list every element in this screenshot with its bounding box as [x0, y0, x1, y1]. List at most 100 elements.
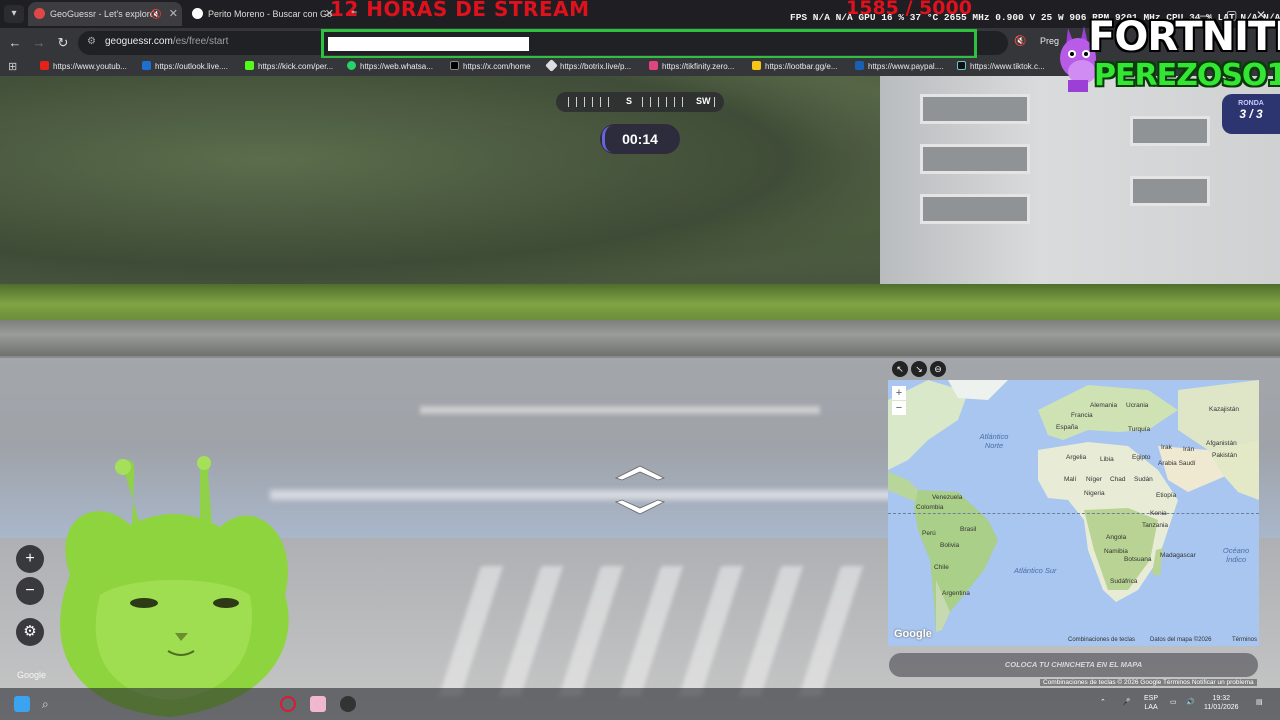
map-shrink-icon[interactable]: ↘	[911, 361, 927, 377]
map-label: Alemania	[1090, 402, 1118, 409]
apps-grid-icon[interactable]: ⊞	[8, 60, 17, 73]
map-label: Egipto	[1132, 454, 1151, 461]
toolbar-button-label[interactable]: Preg	[1040, 36, 1059, 46]
search-icon[interactable]: ⌕	[42, 696, 58, 712]
map-label: Pakistán	[1212, 452, 1237, 459]
paypal-icon	[855, 61, 864, 70]
tab-google-search[interactable]: Perito Moreno - Buscar con Go ✕	[186, 2, 338, 26]
bookmark-item[interactable]: https://tikfinity.zero...	[649, 61, 734, 71]
guardrail	[0, 320, 1280, 356]
channel-name-text: PEREZOSO1	[1094, 58, 1280, 93]
bookmark-item[interactable]: https://www.youtub...	[40, 61, 127, 71]
opera-icon[interactable]	[280, 696, 296, 712]
tiktok-icon	[957, 61, 966, 70]
tab-title: Perito Moreno - Buscar con Go	[208, 9, 333, 19]
map-label: Sudáfrica	[1110, 578, 1138, 585]
windows-taskbar: ⌕ ⌃ 🎤 ESP LAA ▭ 🔊 19:32 11/01/2026 ▤	[0, 688, 1280, 720]
map-label: Francia	[1071, 412, 1093, 419]
compass[interactable]: S SW	[556, 92, 724, 112]
stream-title-overlay: 12 HORAS DE STREAM	[330, 0, 590, 21]
stream-overlay-bar	[328, 37, 529, 51]
street-view-footer: Combinaciones de teclas © 2026 Google Té…	[1040, 679, 1257, 686]
tab-muted-icon[interactable]: 🔇	[151, 2, 162, 26]
bookmark-item[interactable]: https://www.paypal....	[855, 61, 944, 71]
network-icon[interactable]: ▭	[1170, 698, 1177, 707]
map-label: Angola	[1106, 534, 1127, 541]
timer-progress-arc	[602, 126, 612, 152]
google-favicon-icon	[192, 8, 203, 19]
language-indicator[interactable]: ESP LAA	[1144, 694, 1158, 712]
reload-icon[interactable]: ↻	[54, 34, 72, 52]
move-back-icon	[614, 499, 666, 515]
map-zoom-out-button[interactable]: −	[892, 401, 906, 415]
geoguessr-favicon-icon	[34, 8, 45, 19]
map-keyboard-shortcuts-link[interactable]: Combinaciones de teclas	[1068, 637, 1135, 643]
forward-arrow-icon[interactable]: →	[30, 34, 48, 52]
bookmark-item[interactable]: https://kick.com/per...	[245, 61, 333, 71]
tree-canopy	[0, 76, 880, 286]
tray-overflow-icon[interactable]: ⌃	[1100, 698, 1106, 707]
botrix-icon	[545, 59, 558, 72]
outlook-icon	[142, 61, 151, 70]
tab-close-icon[interactable]: ✕	[169, 2, 178, 26]
map-label: Namibia	[1104, 548, 1128, 555]
bookmark-item[interactable]: https://outlook.live....	[142, 61, 228, 71]
bookmark-item[interactable]: https://web.whatsa...	[347, 61, 433, 71]
map-label: Irak	[1161, 444, 1172, 451]
app-record-icon[interactable]	[340, 696, 356, 712]
map-label: Brasil	[960, 526, 977, 533]
map-label: Kazajistán	[1209, 406, 1239, 413]
map-terms-link[interactable]: Términos	[1232, 637, 1257, 643]
tab-title: GeoGuessr - Let's explore t	[50, 9, 160, 19]
map-equator-line	[888, 513, 1259, 514]
map-label: Argentina	[942, 590, 970, 597]
compass-direction-s: S	[626, 96, 633, 106]
tab-audio-muted-icon[interactable]: 🔇	[1014, 36, 1026, 47]
map-label: Etiopía	[1156, 492, 1177, 499]
fortnite-logo-text: FORTNITE	[1088, 14, 1280, 60]
tab-geoguessr[interactable]: GeoGuessr - Let's explore t 🔇 ✕	[28, 2, 182, 26]
map-data-credit: Datos del mapa ©2026	[1150, 637, 1212, 643]
back-arrow-icon[interactable]: ←	[6, 34, 24, 52]
map-label: Libia	[1100, 456, 1114, 463]
map-label: Sudán	[1134, 476, 1153, 483]
tikfinity-icon	[649, 61, 658, 70]
map-zoom-in-button[interactable]: +	[892, 386, 906, 400]
map-label: Argelia	[1066, 454, 1087, 461]
app-pink-icon[interactable]	[310, 696, 326, 712]
bookmark-item[interactable]: https://www.tiktok.c...	[957, 61, 1045, 71]
move-arrows[interactable]	[612, 462, 668, 518]
youtube-icon	[40, 61, 49, 70]
map-label: Botsuana	[1124, 556, 1152, 563]
map-label: Kenia	[1150, 510, 1167, 517]
map-label: Madagascar	[1160, 552, 1196, 559]
building	[880, 76, 1280, 306]
map-label: Colombia	[916, 504, 944, 511]
kick-icon	[245, 61, 254, 70]
tab-search-button[interactable]: ▾	[4, 5, 24, 23]
map-ocean-label: Océano Índico	[1222, 546, 1250, 564]
map-label: Chile	[934, 564, 949, 571]
map-expand-icon[interactable]: ↖	[892, 361, 908, 377]
map-label: Níger	[1086, 476, 1102, 483]
round-value: 3 / 3	[1239, 107, 1263, 121]
windows-start-icon[interactable]	[14, 696, 30, 712]
map-label: Venezuela	[932, 494, 963, 501]
taskbar-clock[interactable]: 19:32 11/01/2026	[1204, 694, 1239, 712]
map-label: Tanzania	[1142, 522, 1169, 529]
map-label: Malí	[1064, 476, 1077, 483]
guess-map[interactable]: + − Alemania Ucrania Kazajistán Francia …	[888, 380, 1259, 646]
bookmark-item[interactable]: https://botrix.live/p...	[545, 59, 631, 72]
map-label: Turquía	[1128, 426, 1151, 433]
place-pin-button[interactable]: COLOCA TU CHINCHETA EN EL MAPA	[889, 653, 1258, 677]
map-pin-toggle-icon[interactable]: ⊖	[930, 361, 946, 377]
map-ocean-label: Atlántico Norte	[979, 432, 1009, 450]
microphone-icon[interactable]: 🎤	[1122, 698, 1131, 707]
volume-icon[interactable]: 🔊	[1186, 698, 1195, 707]
url-text: geoguessr.com/es/free/start	[105, 36, 229, 47]
notifications-icon[interactable]: ▤	[1256, 698, 1263, 707]
site-info-icon[interactable]: ⚙	[87, 36, 96, 47]
bookmark-item[interactable]: https://lootbar.gg/e...	[752, 61, 838, 71]
bookmark-item[interactable]: https://x.com/home	[450, 61, 531, 71]
map-label: Irán	[1183, 446, 1195, 453]
